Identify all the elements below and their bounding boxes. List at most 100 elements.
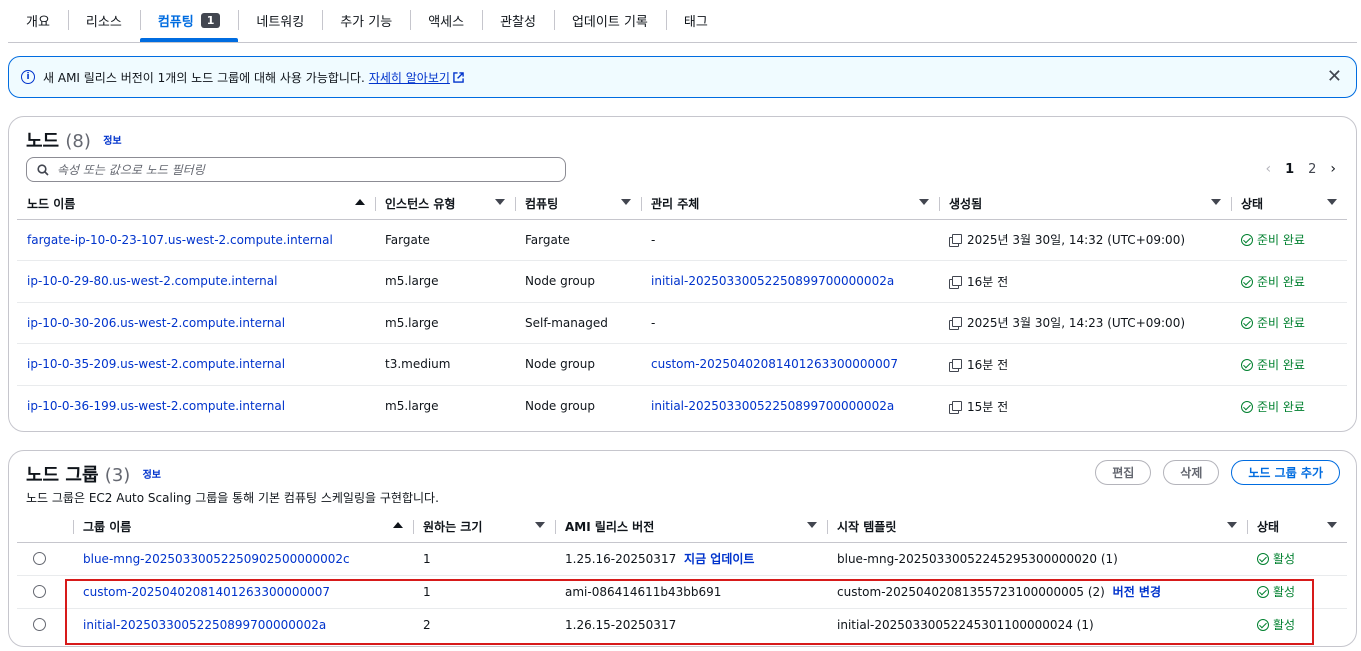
col-label: 원하는 크기 [423, 520, 483, 535]
edit-button[interactable]: 편집 [1095, 460, 1152, 485]
node-groups-heading: 노드 그룹 (3) 정보 [26, 461, 161, 487]
node-name-link[interactable]: ip-10-0-36-199.us-west-2.compute.interna… [27, 399, 285, 413]
tab-update-history[interactable]: 업데이트 기록 [553, 0, 666, 40]
col-status[interactable]: 상태 [1247, 512, 1347, 543]
page-1[interactable]: 1 [1285, 162, 1294, 177]
created-time: 16분 전 [967, 274, 1009, 289]
created-cell: 15분 전 [939, 385, 1231, 427]
launch-template: initial-20250330052245301100000024 (1) [837, 617, 1094, 632]
group-name-link[interactable]: blue-mng-20250330052250902500000002c [83, 552, 350, 566]
node-groups-table: 그룹 이름 원하는 크기 AMI 릴리스 버전 시작 템플릿 상태 blue-m… [17, 512, 1347, 641]
tab-resources[interactable]: 리소스 [67, 0, 140, 40]
copy-icon[interactable] [949, 275, 962, 289]
prev-page-icon[interactable]: ‹ [1265, 161, 1271, 177]
managed-by: - [641, 219, 939, 261]
created-time: 15분 전 [967, 399, 1009, 414]
page-2[interactable]: 2 [1308, 162, 1316, 177]
sort-icon [1211, 199, 1221, 205]
group-name-link[interactable]: initial-20250330052250899700000002a [83, 618, 326, 632]
node-name-link[interactable]: ip-10-0-29-80.us-west-2.compute.internal [27, 274, 277, 288]
col-group-name[interactable]: 그룹 이름 [73, 512, 413, 543]
check-circle-icon [1241, 400, 1253, 413]
table-row: initial-20250330052250899700000002a 2 1.… [17, 608, 1347, 641]
table-row: blue-mng-20250330052250902500000002c 1 1… [17, 542, 1347, 576]
col-label: 시작 템플릿 [837, 520, 897, 535]
created-cell: 2025년 3월 30일, 14:23 (UTC+09:00) [939, 302, 1231, 344]
learn-more-link[interactable]: 자세히 알아보기 [369, 69, 464, 86]
compute-type: Node group [515, 260, 641, 303]
update-now-link[interactable]: 지금 업데이트 [684, 552, 754, 566]
check-circle-icon [1241, 234, 1253, 247]
check-circle-icon [1257, 553, 1269, 565]
status-text: 준비 완료 [1257, 399, 1305, 414]
table-row: ip-10-0-30-206.us-west-2.compute.interna… [17, 302, 1347, 344]
col-node-name[interactable]: 노드 이름 [17, 189, 375, 220]
launch-template: blue-mng-20250330052245295300000020 (1) [827, 542, 1247, 576]
tab-bar: 개요 리소스 컴퓨팅 1 네트워킹 추가 기능 액세스 관찰성 업데이트 기록 태… [8, 0, 1357, 43]
sort-icon [621, 199, 631, 205]
col-instance-type[interactable]: 인스턴스 유형 [375, 189, 515, 220]
table-header-row: 그룹 이름 원하는 크기 AMI 릴리스 버전 시작 템플릿 상태 [17, 512, 1347, 543]
created-cell: 16분 전 [939, 260, 1231, 303]
copy-icon[interactable] [949, 358, 962, 372]
sort-icon [1227, 522, 1237, 528]
next-page-icon[interactable]: › [1330, 161, 1336, 177]
col-launch-template[interactable]: 시작 템플릿 [827, 512, 1247, 543]
col-compute[interactable]: 컴퓨팅 [515, 189, 641, 220]
node-groups-description: 노드 그룹은 EC2 Auto Scaling 그룹을 통해 기본 컴퓨팅 스케… [26, 491, 439, 505]
node-name-link[interactable]: ip-10-0-35-209.us-west-2.compute.interna… [27, 357, 285, 371]
managed-by-link[interactable]: initial-20250330052250899700000002a [651, 399, 894, 413]
tab-tags[interactable]: 태그 [665, 0, 726, 40]
tab-label: 개요 [26, 14, 50, 30]
col-label: 컴퓨팅 [525, 197, 559, 212]
managed-by-link[interactable]: custom-20250402081401263300000007 [651, 357, 898, 371]
tab-access[interactable]: 액세스 [410, 0, 482, 40]
tab-label: 액세스 [428, 14, 465, 30]
delete-button[interactable]: 삭제 [1163, 460, 1220, 485]
tab-addons[interactable]: 추가 기능 [322, 0, 410, 40]
check-circle-icon [1241, 317, 1253, 330]
table-row: ip-10-0-35-209.us-west-2.compute.interna… [17, 343, 1347, 386]
col-desired-size[interactable]: 원하는 크기 [413, 512, 555, 543]
copy-icon[interactable] [949, 400, 962, 414]
created-time: 2025년 3월 30일, 14:32 (UTC+09:00) [967, 233, 1186, 248]
tab-count-badge: 1 [200, 12, 221, 28]
row-radio[interactable] [33, 584, 46, 598]
close-icon[interactable]: ✕ [1327, 67, 1342, 87]
col-managed-by[interactable]: 관리 주체 [641, 189, 939, 220]
tab-label: 태그 [683, 14, 708, 30]
ami-version: ami-086414611b43bb691 [555, 575, 827, 609]
search-placeholder: 속성 또는 값으로 노드 필터링 [57, 163, 205, 177]
table-row: custom-20250402081401263300000007 1 ami-… [17, 575, 1347, 609]
col-status[interactable]: 상태 [1231, 189, 1347, 220]
nodes-container: 노드 (8) 정보 속성 또는 값으로 노드 필터링 ‹ 1 2 › 노드 이름… [8, 116, 1357, 432]
status-text: 활성 [1273, 618, 1296, 633]
copy-icon[interactable] [949, 317, 962, 331]
node-groups-info-link[interactable]: 정보 [143, 470, 161, 481]
sort-icon [919, 199, 929, 205]
col-created[interactable]: 생성됨 [939, 189, 1231, 220]
tab-observability[interactable]: 관찰성 [482, 0, 554, 40]
row-radio[interactable] [33, 551, 46, 565]
tab-label: 업데이트 기록 [571, 14, 648, 30]
tab-networking[interactable]: 네트워킹 [238, 0, 322, 40]
tab-label: 네트워킹 [256, 14, 305, 30]
node-filter-input[interactable]: 속성 또는 값으로 노드 필터링 [26, 157, 566, 182]
managed-by-link[interactable]: initial-20250330052250899700000002a [651, 274, 894, 288]
desired-size: 1 [413, 542, 555, 576]
group-name-link[interactable]: custom-20250402081401263300000007 [83, 585, 330, 599]
copy-icon[interactable] [949, 234, 962, 248]
row-radio[interactable] [33, 617, 46, 631]
status-text: 준비 완료 [1257, 316, 1305, 331]
banner-message: 새 AMI 릴리스 버전이 1개의 노드 그룹에 대해 사용 가능합니다. [43, 70, 365, 85]
tab-compute[interactable]: 컴퓨팅 1 [139, 0, 239, 42]
nodes-info-link[interactable]: 정보 [103, 136, 121, 147]
tab-overview[interactable]: 개요 [8, 0, 68, 40]
node-name-link[interactable]: ip-10-0-30-206.us-west-2.compute.interna… [27, 316, 285, 330]
node-groups-title: 노드 그룹 [26, 465, 99, 486]
pagination: ‹ 1 2 › [1265, 161, 1336, 177]
add-node-group-button[interactable]: 노드 그룹 추가 [1231, 460, 1340, 485]
node-name-link[interactable]: fargate-ip-10-0-23-107.us-west-2.compute… [27, 233, 333, 247]
col-ami-version[interactable]: AMI 릴리스 버전 [555, 512, 827, 543]
change-version-link[interactable]: 버전 변경 [1113, 585, 1161, 599]
